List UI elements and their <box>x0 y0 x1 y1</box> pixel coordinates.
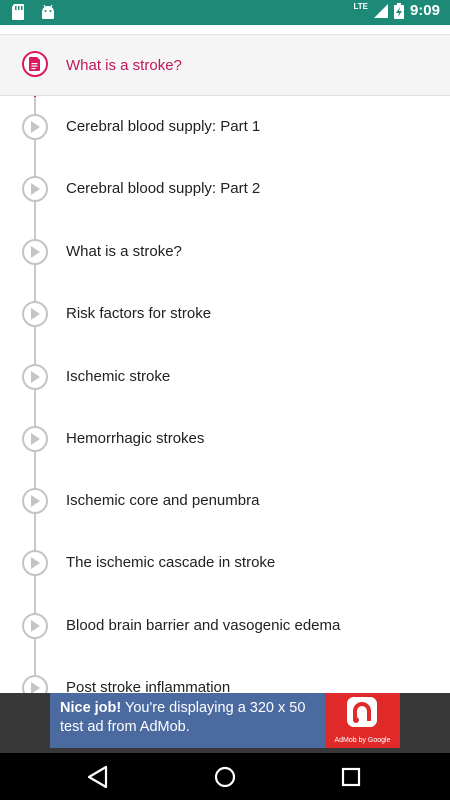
status-bar-right: LTE 9:09 <box>353 2 440 19</box>
status-bar-left-icons <box>10 3 56 21</box>
lesson-label: Risk factors for stroke <box>66 305 212 322</box>
lesson-label: What is a stroke? <box>66 57 182 74</box>
lesson-label: Cerebral blood supply: Part 1 <box>66 118 261 135</box>
battery-charging-icon <box>393 2 404 19</box>
play-icon <box>31 620 40 632</box>
lesson-row[interactable]: Risk factors for stroke <box>0 283 450 345</box>
back-icon[interactable] <box>84 763 112 791</box>
play-icon <box>31 308 40 320</box>
home-icon[interactable] <box>211 763 239 791</box>
lesson-node <box>22 114 48 140</box>
recents-icon[interactable] <box>337 763 365 791</box>
lesson-node <box>22 239 48 265</box>
ad-banner-area: Nice job! You're displaying a 320 x 50 t… <box>0 693 450 753</box>
ad-headline: Nice job! <box>60 700 122 716</box>
ad-text: Nice job! You're displaying a 320 x 50 t… <box>50 693 325 748</box>
lesson-node <box>22 675 48 693</box>
admob-logo: AdMob by Google <box>325 693 400 748</box>
lesson-list[interactable]: What is a stroke? Cerebral blood supply:… <box>0 25 450 693</box>
lesson-label: Post stroke inflammation <box>66 679 231 693</box>
status-bar: LTE 9:09 <box>0 0 450 25</box>
lesson-label: Blood brain barrier and vasogenic edema <box>66 617 341 634</box>
lesson-node <box>22 176 48 202</box>
lesson-node <box>22 51 48 77</box>
play-icon <box>31 183 40 195</box>
lesson-node <box>22 613 48 639</box>
ad-brand-label: AdMob by Google <box>334 737 391 744</box>
play-icon <box>31 433 40 445</box>
play-icon <box>31 121 40 133</box>
article-icon <box>29 57 40 71</box>
lesson-row[interactable]: Ischemic core and penumbra <box>0 470 450 532</box>
play-icon <box>31 371 40 383</box>
android-icon <box>42 4 54 19</box>
play-icon <box>31 557 40 569</box>
lesson-row[interactable]: Blood brain barrier and vasogenic edema <box>0 595 450 657</box>
network-type-label: LTE <box>353 2 368 11</box>
signal-icon <box>373 3 388 18</box>
lesson-label: Hemorrhagic strokes <box>66 430 205 447</box>
ad-banner[interactable]: Nice job! You're displaying a 320 x 50 t… <box>50 693 400 748</box>
lesson-row[interactable]: Cerebral blood supply: Part 2 <box>0 158 450 220</box>
lesson-row[interactable]: Post stroke inflammation <box>0 657 450 693</box>
lesson-label: The ischemic cascade in stroke <box>66 554 276 571</box>
admob-icon <box>347 697 377 727</box>
lesson-row[interactable]: What is a stroke? <box>0 221 450 283</box>
lesson-label: Cerebral blood supply: Part 2 <box>66 180 261 197</box>
lesson-label: Ischemic stroke <box>66 368 171 385</box>
lesson-row[interactable]: Hemorrhagic strokes <box>0 408 450 470</box>
lesson-row[interactable]: What is a stroke? <box>0 34 450 96</box>
lesson-node <box>22 550 48 576</box>
lesson-node <box>22 364 48 390</box>
lesson-label: Ischemic core and penumbra <box>66 492 260 509</box>
lesson-label: What is a stroke? <box>66 243 182 260</box>
clock: 9:09 <box>409 2 440 19</box>
lesson-node <box>22 426 48 452</box>
play-icon <box>31 682 40 693</box>
lesson-node <box>22 301 48 327</box>
nav-bar <box>0 753 450 800</box>
play-icon <box>31 246 40 258</box>
lesson-node <box>22 488 48 514</box>
lesson-row[interactable]: The ischemic cascade in stroke <box>0 532 450 594</box>
play-icon <box>31 495 40 507</box>
lesson-row[interactable]: Ischemic stroke <box>0 346 450 408</box>
lesson-row[interactable]: Cerebral blood supply: Part 1 <box>0 96 450 158</box>
sd-card-icon <box>12 4 24 20</box>
